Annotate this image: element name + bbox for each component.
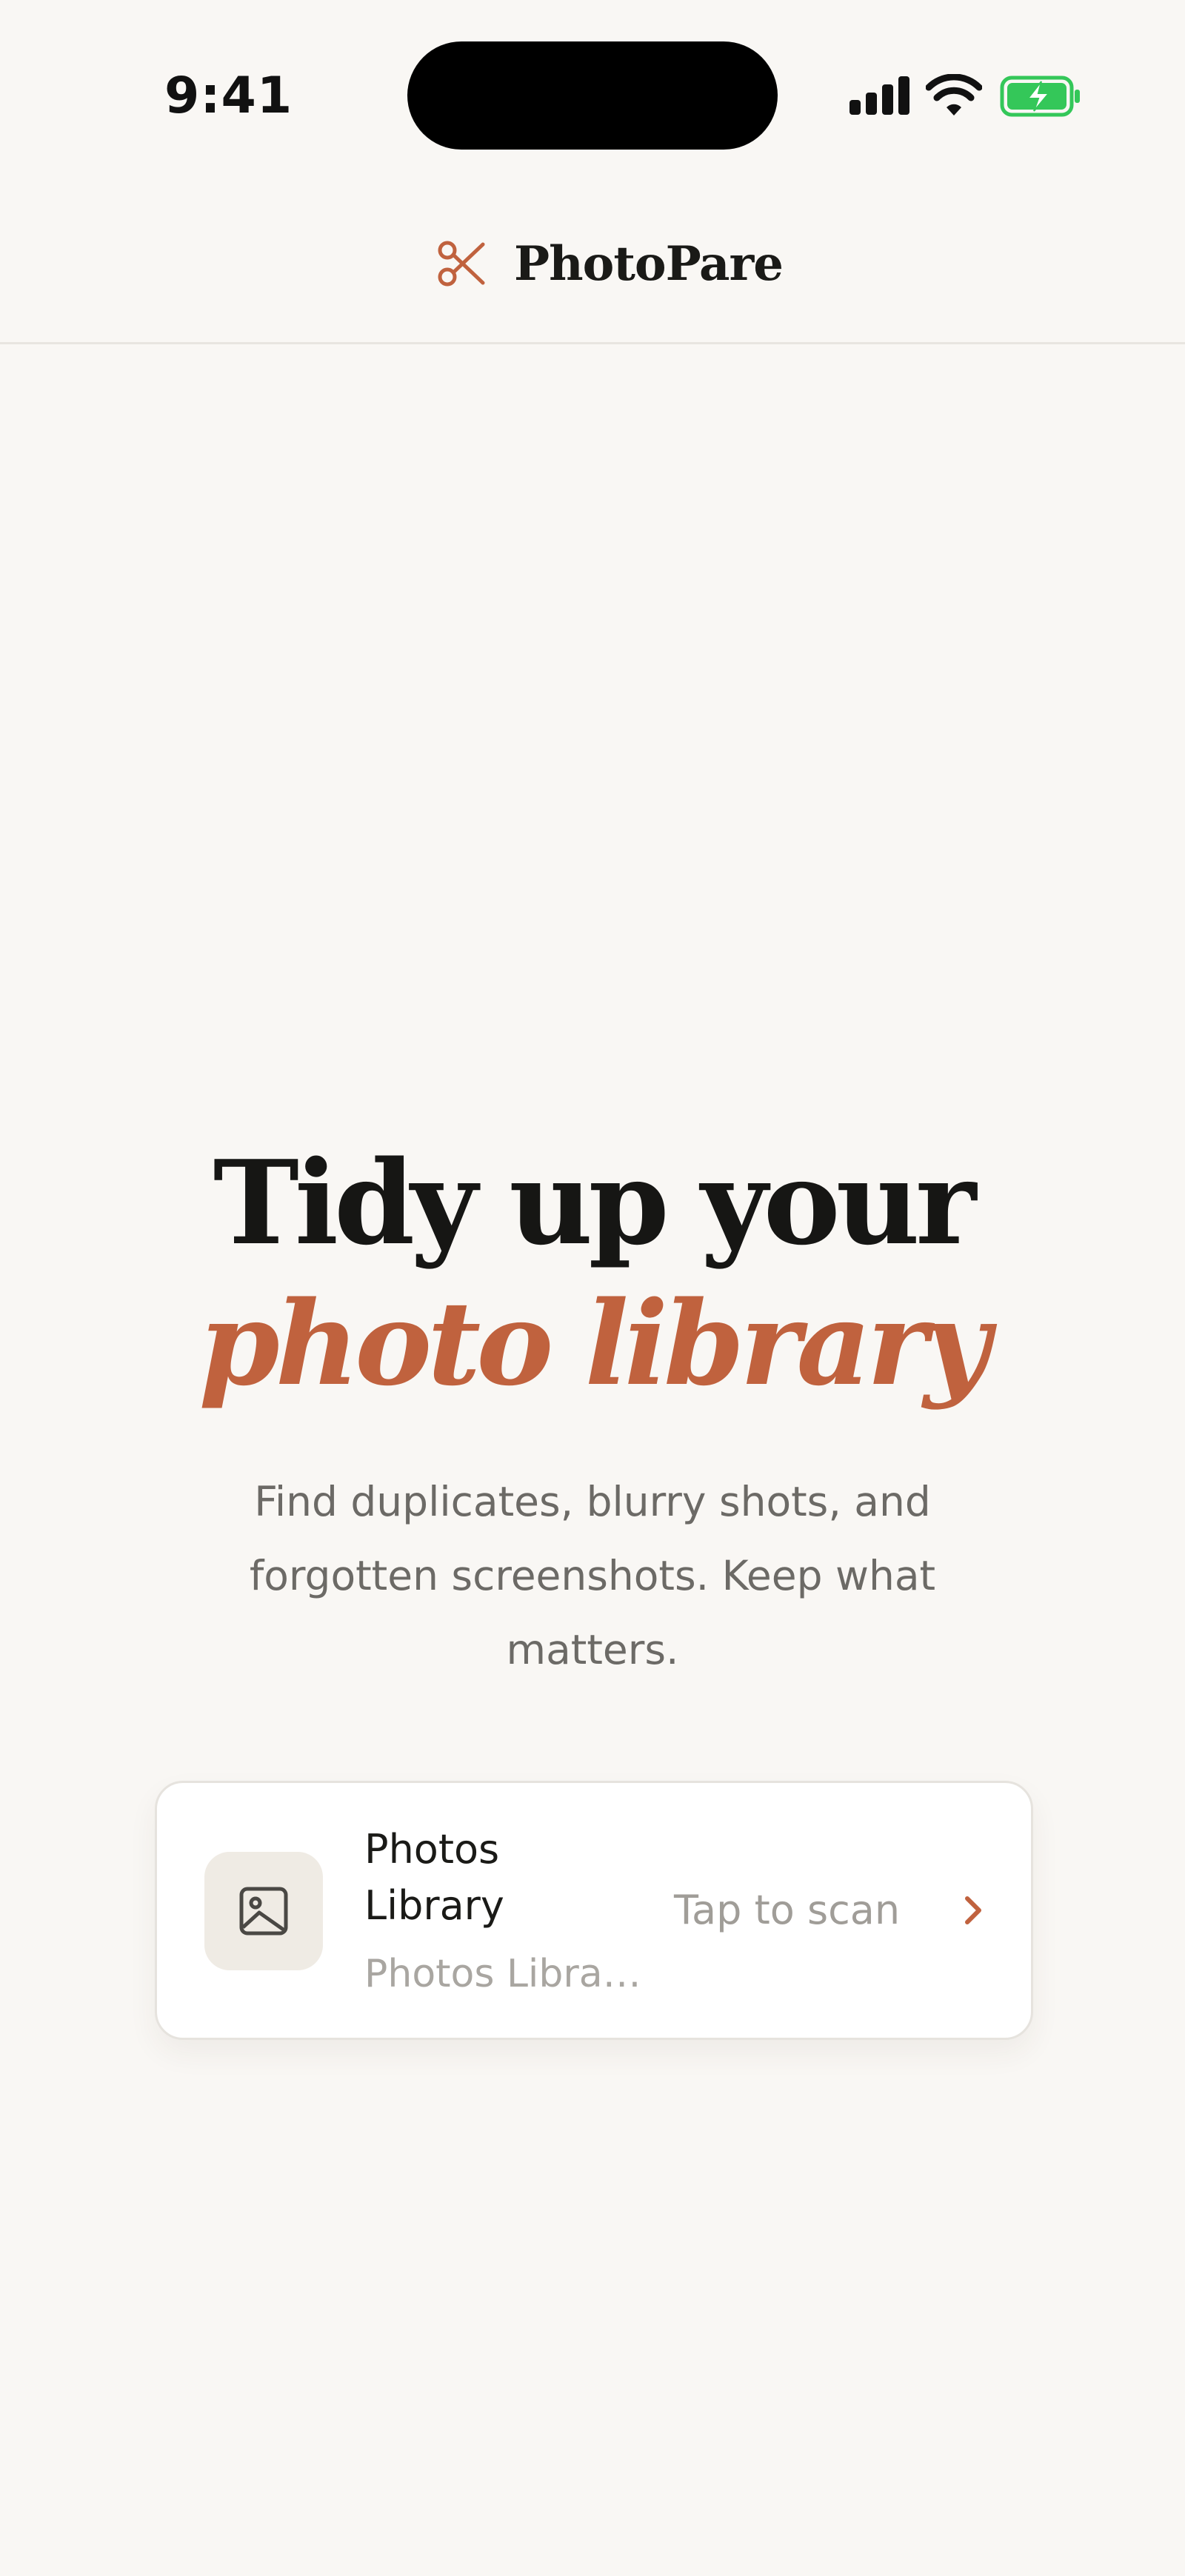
screen: 9:41 PhotoPare Tidy up your photo librar… — [0, 0, 1185, 2576]
hero-title-line1: Tidy up your — [213, 1135, 977, 1271]
card-subtitle: Photos Libra… — [364, 1952, 641, 1996]
library-thumbnail — [204, 1852, 323, 1970]
status-time: 9:41 — [164, 67, 293, 125]
chevron-right-icon[interactable] — [952, 1890, 994, 1931]
battery-charging-icon — [1000, 76, 1080, 117]
wifi-icon — [926, 74, 982, 116]
hero-title-line2: photo library — [198, 1276, 991, 1411]
cellular-signal-icon — [849, 76, 909, 115]
card-title: Photos Library — [364, 1826, 504, 1929]
image-icon — [239, 1887, 288, 1936]
app-name: PhotoPare — [514, 235, 784, 292]
app-header: PhotoPare — [0, 185, 1185, 344]
brand: PhotoPare — [435, 234, 784, 293]
hero-subtitle: Find duplicates, blurry shots, and forgo… — [249, 1478, 936, 1673]
scissors-icon — [438, 241, 485, 287]
photos-library-card[interactable]: Photos Library Photos Libra… Tap to scan — [155, 1781, 1033, 2040]
tap-to-scan-label[interactable]: Tap to scan — [674, 1882, 900, 1938]
dynamic-island — [407, 41, 778, 150]
